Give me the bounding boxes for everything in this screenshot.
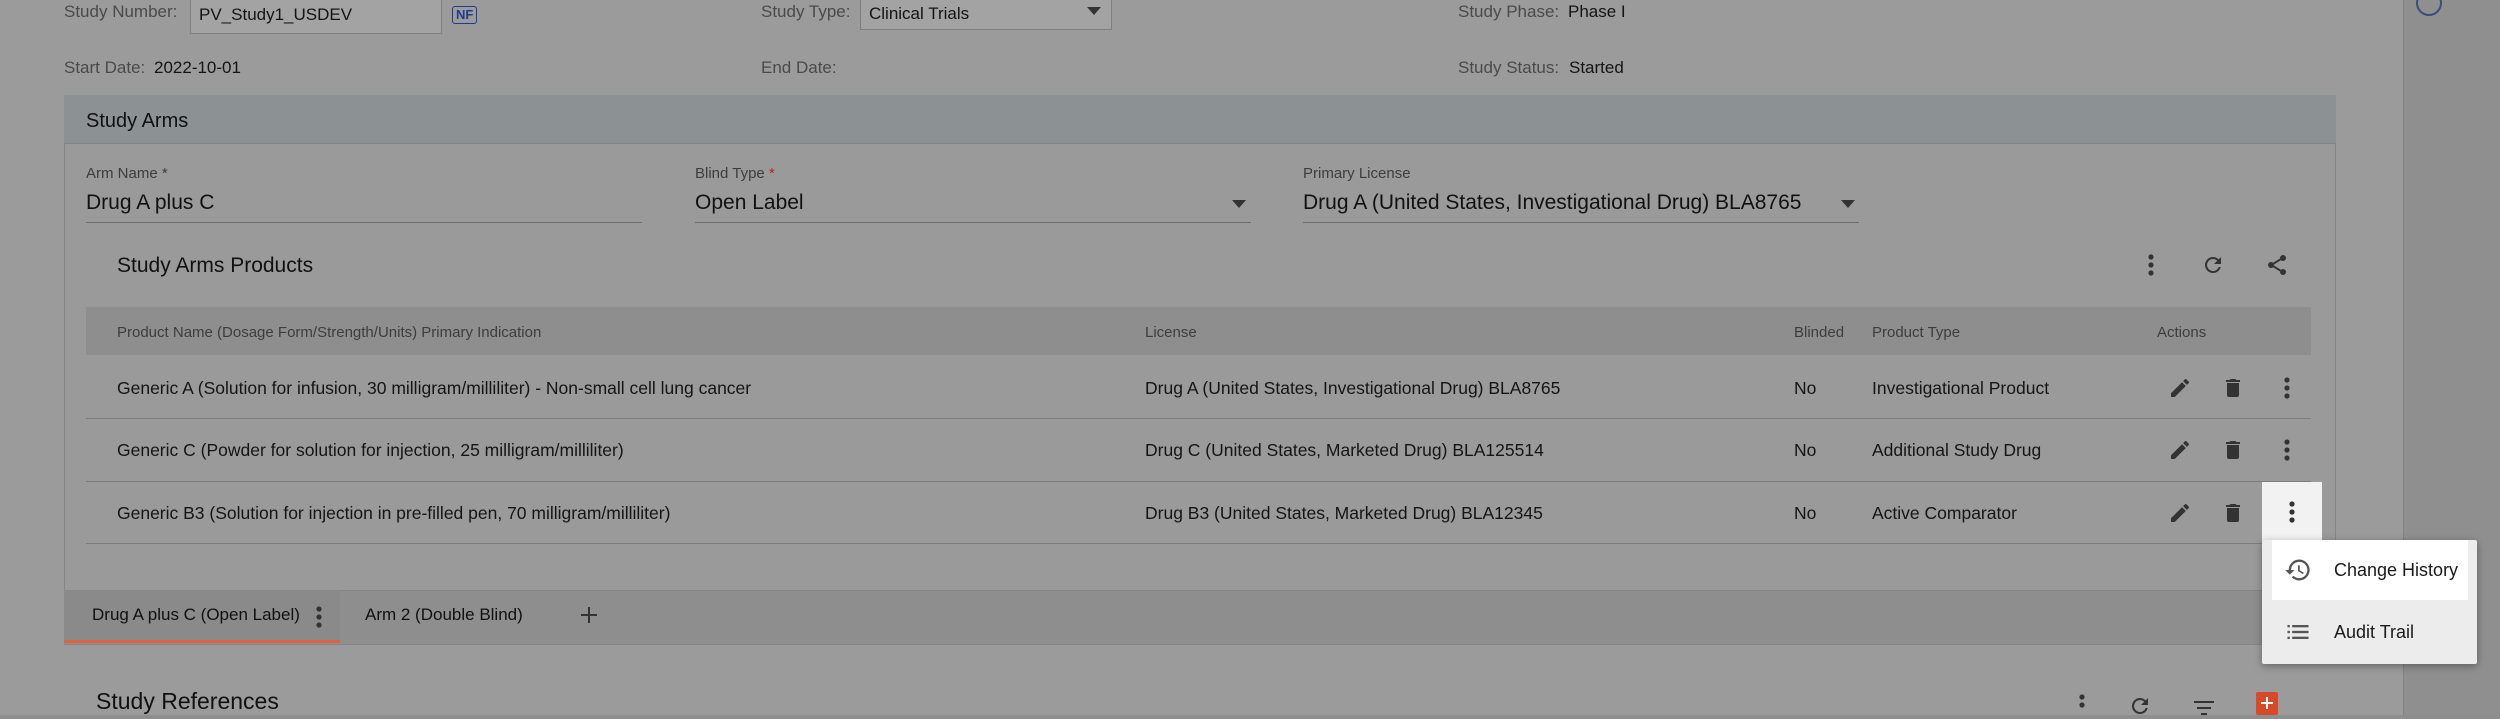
cell-license: Drug B3 (United States, Marketed Drug) B… — [1145, 503, 1543, 523]
chevron-down-icon — [1087, 7, 1101, 15]
study-type-value: Clinical Trials — [869, 4, 970, 23]
study-type-label: Study Type: — [761, 2, 851, 21]
arm-name-label-text: Arm Name — [86, 165, 158, 182]
more-vert-icon[interactable] — [2140, 250, 2162, 280]
more-vert-icon[interactable] — [312, 604, 326, 630]
start-date-label: Start Date: — [64, 58, 146, 77]
blind-type-value[interactable]: Open Label — [695, 191, 804, 215]
delete-icon[interactable] — [2218, 435, 2248, 465]
arm-name-underline — [86, 222, 642, 223]
cell-blinded: No — [1794, 503, 1817, 523]
cell-license: Drug C (United States, Marketed Drug) BL… — [1145, 440, 1544, 460]
more-vert-icon[interactable] — [2074, 694, 2090, 715]
products-title: Study Arms Products — [117, 254, 314, 277]
column-header-license[interactable]: License — [1145, 324, 1197, 341]
menu-item-label: Audit Trail — [2334, 621, 2415, 642]
study-arms-title: Study Arms — [86, 110, 189, 132]
arm-name-label: Arm Name * — [86, 165, 168, 182]
row-divider — [86, 543, 2311, 544]
primary-license-underline — [1303, 222, 1859, 223]
cell-license: Drug A (United States, Investigational D… — [1145, 378, 1561, 398]
tab-arm-2[interactable]: Arm 2 (Double Blind) — [365, 605, 523, 625]
study-type-select[interactable]: Clinical Trials — [860, 0, 1112, 30]
column-header-product[interactable]: Product Name (Dosage Form/Strength/Units… — [117, 324, 541, 341]
filter-icon[interactable] — [2192, 698, 2218, 715]
cell-product: Generic A (Solution for infusion, 30 mil… — [117, 378, 752, 398]
refresh-icon[interactable] — [2198, 250, 2228, 280]
study-status-value: Started — [1569, 58, 1624, 77]
study-number-label: Study Number: — [64, 2, 178, 21]
share-icon[interactable] — [2262, 250, 2292, 280]
blind-type-label-text: Blind Type — [695, 165, 765, 182]
arm-name-value[interactable]: Drug A plus C — [86, 191, 214, 215]
column-header-product-type[interactable]: Product Type — [1872, 324, 1960, 341]
list-icon — [2282, 616, 2314, 648]
study-phase-label: Study Phase: — [1458, 2, 1560, 21]
more-vert-icon[interactable] — [2281, 497, 2303, 527]
end-date-label: End Date: — [761, 58, 837, 77]
edit-icon[interactable] — [2165, 498, 2195, 528]
column-header-blinded[interactable]: Blinded — [1794, 324, 1844, 341]
menu-item-label: Change History — [2334, 559, 2459, 580]
study-phase-value: Phase I — [1568, 2, 1626, 21]
blind-type-underline — [695, 222, 1251, 223]
more-vert-icon[interactable] — [2276, 435, 2298, 465]
blind-type-label: Blind Type * — [695, 165, 775, 182]
nf-badge[interactable]: NF — [452, 6, 478, 24]
required-mark: * — [161, 165, 168, 182]
add-button[interactable] — [2256, 692, 2278, 715]
primary-license-label: Primary License — [1303, 165, 1411, 182]
study-status-label: Study Status: — [1458, 58, 1560, 77]
history-icon — [2282, 554, 2314, 586]
chevron-down-icon[interactable] — [1232, 200, 1246, 208]
menu-item-audit-trail[interactable]: Audit Trail — [2272, 602, 2468, 662]
primary-license-value[interactable]: Drug A (United States, Investigational D… — [1303, 191, 1801, 215]
more-vert-icon[interactable] — [2276, 373, 2298, 403]
cell-blinded: No — [1794, 440, 1817, 460]
cell-blinded: No — [1794, 378, 1817, 398]
delete-icon[interactable] — [2218, 498, 2248, 528]
tab-arm-1[interactable]: Drug A plus C (Open Label) — [92, 605, 300, 625]
chevron-down-icon[interactable] — [1841, 200, 1855, 208]
study-references-title: Study References — [96, 688, 279, 714]
edit-icon[interactable] — [2165, 373, 2195, 403]
cell-product: Generic B3 (Solution for injection in pr… — [117, 503, 671, 523]
study-arms-header — [64, 95, 2336, 144]
study-number-value: PV_Study1_USDEV — [199, 5, 353, 24]
cell-product: Generic C (Powder for solution for injec… — [117, 440, 624, 460]
start-date-value: 2022-10-01 — [154, 58, 241, 77]
cell-product-type: Active Comparator — [1872, 503, 2017, 523]
column-header-actions: Actions — [2157, 324, 2207, 341]
refresh-icon[interactable] — [2128, 694, 2154, 715]
cell-product-type: Additional Study Drug — [1872, 440, 2042, 460]
cell-product-type: Investigational Product — [1872, 378, 2050, 398]
study-number-field[interactable]: PV_Study1_USDEV — [190, 0, 442, 34]
delete-icon[interactable] — [2218, 373, 2248, 403]
required-mark: * — [768, 165, 775, 182]
menu-item-change-history[interactable]: Change History — [2272, 540, 2468, 600]
edit-icon[interactable] — [2165, 435, 2195, 465]
help-icon[interactable] — [2416, 0, 2442, 16]
add-tab-icon[interactable] — [578, 602, 600, 628]
